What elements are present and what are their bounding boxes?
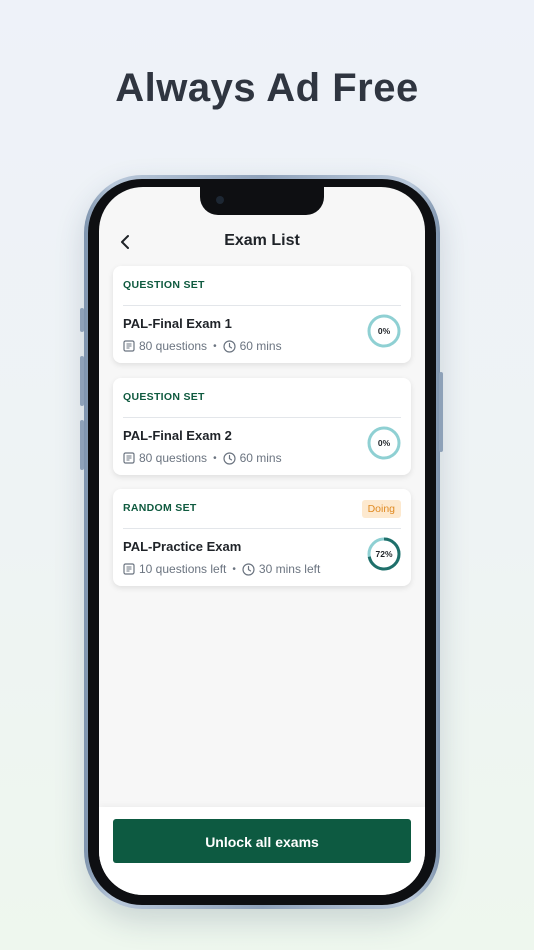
exam-title: PAL-Practice Exam: [123, 539, 242, 554]
divider: [123, 417, 401, 418]
question-count: 10 questions left: [139, 562, 227, 576]
volume-up-button: [80, 356, 84, 406]
exam-duration: 30 mins left: [258, 562, 321, 576]
exam-meta: 80 questions • 60 mins: [123, 339, 282, 353]
question-list-icon: [123, 340, 135, 352]
question-list-icon: [123, 563, 135, 575]
divider: [123, 528, 401, 529]
clock-icon: [222, 451, 236, 465]
exam-meta: 10 questions left • 30 mins left: [123, 562, 320, 576]
question-count: 80 questions: [139, 339, 208, 353]
exam-type-label: QUESTION SET: [123, 391, 205, 403]
exam-type-label: RANDOM SET: [123, 502, 197, 514]
progress-ring: 0%: [367, 314, 401, 348]
promo-headline: Always Ad Free: [115, 66, 419, 110]
exam-card-1[interactable]: QUESTION SET PAL-Final Exam 1 80 questio…: [113, 266, 411, 363]
exam-meta: 80 questions • 60 mins: [123, 451, 282, 465]
unlock-all-exams-button[interactable]: Unlock all exams: [113, 819, 411, 863]
clock-icon: [242, 562, 255, 576]
power-button: [439, 372, 443, 452]
meta-separator: •: [232, 563, 236, 575]
progress-ring: 72%: [367, 537, 401, 571]
app-screen: Exam List QUESTION SET PAL-Final Exam 1 …: [99, 187, 425, 895]
bottom-action-bar: Unlock all exams: [99, 807, 425, 895]
status-badge: Doing: [361, 500, 401, 518]
question-count: 80 questions: [139, 451, 208, 465]
silent-switch: [80, 308, 84, 332]
exam-title: PAL-Final Exam 2: [123, 428, 232, 443]
notch: [200, 187, 324, 215]
progress-ring: 0%: [367, 426, 401, 460]
exam-type-label: QUESTION SET: [123, 279, 205, 291]
progress-percent: 72%: [375, 549, 393, 559]
progress-percent: 0%: [377, 326, 391, 336]
meta-separator: •: [213, 340, 217, 352]
front-camera: [216, 196, 224, 204]
question-list-icon: [123, 452, 135, 464]
exam-card-2[interactable]: QUESTION SET PAL-Final Exam 2 80 questio…: [113, 378, 411, 475]
exam-card-3[interactable]: RANDOM SET Doing PAL-Practice Exam 10 qu…: [113, 489, 411, 586]
exam-title: PAL-Final Exam 1: [123, 316, 232, 331]
divider: [123, 305, 401, 306]
nav-bar: Exam List: [99, 229, 425, 255]
meta-separator: •: [213, 452, 217, 464]
exam-duration: 60 mins: [239, 339, 282, 353]
volume-down-button: [80, 420, 84, 470]
exam-duration: 60 mins: [239, 451, 282, 465]
progress-percent: 0%: [377, 438, 391, 448]
clock-icon: [222, 339, 236, 353]
page-title: Exam List: [224, 232, 300, 249]
